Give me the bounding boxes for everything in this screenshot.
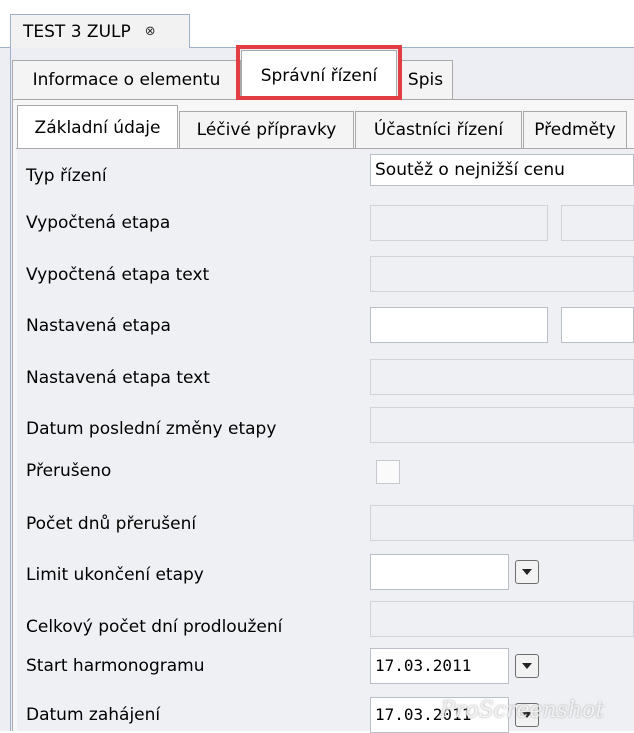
label-datum-zahajeni: Datum zahájení bbox=[26, 705, 161, 725]
label-celkovy-pocet-dni: Celkový počet dní prodloužení bbox=[26, 617, 283, 637]
pocet-dnu-preruseni-field bbox=[370, 505, 634, 541]
close-icon[interactable]: ⊗ bbox=[145, 24, 156, 39]
label-nastavena-etapa: Nastavená etapa bbox=[26, 316, 171, 336]
label-pocet-dnu-preruseni: Počet dnů přerušení bbox=[26, 514, 197, 534]
limit-ukonceni-field[interactable] bbox=[370, 554, 509, 590]
nastavena-etapa-field-2[interactable] bbox=[561, 307, 634, 343]
label-limit-ukonceni: Limit ukončení etapy bbox=[26, 565, 204, 585]
label-start-harmonogramu: Start harmonogramu bbox=[26, 656, 205, 676]
tab-predmety[interactable]: Předměty bbox=[523, 111, 627, 148]
tab-label: Účastníci řízení bbox=[373, 120, 504, 140]
label-typ-rizeni: Typ řízení bbox=[26, 166, 107, 186]
datum-posledni-zmeny-field bbox=[370, 407, 634, 443]
vypoctena-etapa-field bbox=[370, 205, 548, 241]
preruseno-checkbox[interactable] bbox=[376, 460, 400, 484]
tab-zakladni-udaje[interactable]: Základní údaje bbox=[17, 105, 178, 149]
start-harmonogramu-dropdown-button[interactable] bbox=[515, 654, 539, 678]
tab-ucastnici-rizeni[interactable]: Účastníci řízení bbox=[355, 111, 522, 148]
watermark: ProScreenshot bbox=[440, 698, 605, 723]
vypoctena-etapa-field-2 bbox=[561, 205, 634, 241]
highlight-box bbox=[236, 45, 402, 100]
tab-label: Léčivé přípravky bbox=[196, 120, 337, 140]
label-datum-posledni-zmeny: Datum poslední změny etapy bbox=[26, 419, 277, 439]
nastavena-etapa-field[interactable] bbox=[370, 307, 548, 343]
document-frame bbox=[10, 47, 11, 731]
celkovy-pocet-dni-field bbox=[370, 601, 634, 637]
limit-ukonceni-dropdown-button[interactable] bbox=[515, 560, 539, 584]
label-vypoctena-etapa: Vypočtená etapa bbox=[26, 213, 171, 233]
chevron-down-icon bbox=[522, 663, 532, 669]
tab-label: Spis bbox=[407, 70, 444, 90]
chevron-down-icon bbox=[522, 569, 532, 575]
vypoctena-etapa-text-field bbox=[370, 256, 634, 292]
tab-label: Informace o elementu bbox=[32, 70, 221, 90]
label-preruseno: Přerušeno bbox=[26, 461, 112, 481]
label-vypoctena-etapa-text: Vypočtená etapa text bbox=[26, 265, 210, 285]
tab-spis[interactable]: Spis bbox=[398, 60, 453, 99]
tab-informace-o-elementu[interactable]: Informace o elementu bbox=[12, 60, 241, 99]
document-tab-title: TEST 3 ZULP bbox=[23, 21, 131, 42]
start-harmonogramu-field[interactable]: 17.03.2011 bbox=[370, 648, 509, 684]
tab-label: Předměty bbox=[534, 120, 616, 140]
typ-rizeni-select[interactable]: Soutěž o nejnižší cenu bbox=[370, 154, 634, 186]
tab-label: Základní údaje bbox=[34, 117, 161, 138]
tab-lecive-pripravky[interactable]: Léčivé přípravky bbox=[179, 111, 354, 148]
document-tab[interactable]: TEST 3 ZULP ⊗ bbox=[10, 14, 190, 48]
label-nastavena-etapa-text: Nastavená etapa text bbox=[26, 368, 210, 388]
nastavena-etapa-text-field bbox=[370, 359, 634, 395]
